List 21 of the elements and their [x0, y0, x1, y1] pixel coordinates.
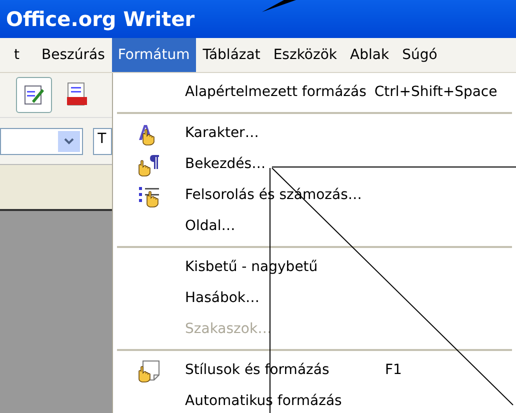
menu-entry[interactable]: Hasábok… — [113, 283, 516, 314]
menu-item[interactable]: Súgó — [396, 38, 444, 72]
font-field[interactable]: T — [92, 128, 112, 154]
menu-entry[interactable]: Karakter… — [113, 118, 516, 149]
window-title: Office.org Writer — [6, 6, 195, 33]
menu-item[interactable]: Ablak — [344, 38, 396, 72]
menu-item[interactable]: t — [8, 38, 26, 72]
styles-icon — [137, 358, 161, 382]
menu-item[interactable]: Táblázat — [196, 38, 266, 72]
menu-item[interactable]: Beszúrás — [36, 38, 111, 72]
menu-entry[interactable]: Oldal… — [113, 211, 516, 242]
menu-entry[interactable]: Bekezdés… — [113, 149, 516, 180]
pdf-icon[interactable] — [66, 82, 88, 108]
paragraph-icon — [137, 152, 161, 176]
menu-entry[interactable]: Alapértelmezett formázás Ctrl+Shift+Space — [113, 77, 516, 108]
chevron-down-icon — [58, 130, 80, 152]
menu-item[interactable]: Formátum — [112, 38, 196, 72]
menu-item[interactable]: Eszközök — [267, 38, 344, 72]
arrowhead-drawing — [262, 0, 296, 12]
edit-file-icon[interactable] — [16, 77, 52, 113]
style-dropdown[interactable] — [0, 128, 83, 154]
